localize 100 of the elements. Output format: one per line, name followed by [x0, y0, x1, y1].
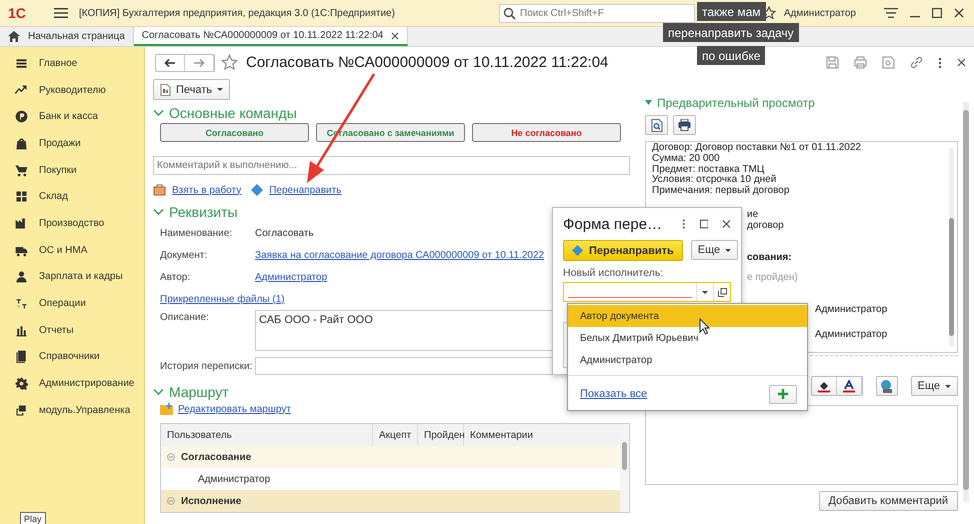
- field-label: Автор:: [160, 272, 192, 282]
- close-icon[interactable]: [722, 219, 731, 229]
- caret-icon: [725, 248, 732, 252]
- chevron-down-icon[interactable]: [153, 208, 164, 216]
- sidebar-item[interactable]: Зарплата и кадры: [0, 264, 144, 290]
- search-field[interactable]: Поиск Ctrl+Shift+F: [499, 4, 695, 22]
- comment-field[interactable]: Комментарий к выполнению...: [153, 156, 630, 175]
- chevron-down-icon[interactable]: [153, 108, 164, 116]
- sidebar-item[interactable]: Главное: [0, 50, 144, 77]
- field-value: Согласовать: [255, 228, 315, 238]
- more-icon[interactable]: [938, 56, 942, 68]
- close-icon[interactable]: [957, 58, 966, 67]
- sidebar-item[interactable]: модуль.Управленка: [0, 396, 144, 424]
- window-title: [КОПИЯ] Бухгалтерия предприятия, редакция 3.0 (1С:Предприятие): [79, 8, 396, 18]
- print-button[interactable]: Печать: [153, 79, 230, 100]
- close-icon[interactable]: [954, 8, 964, 18]
- star-icon[interactable]: [221, 54, 238, 71]
- more-button[interactable]: Еще: [690, 240, 738, 260]
- more-icon[interactable]: [682, 218, 686, 230]
- caret-icon[interactable]: [702, 290, 708, 294]
- table-row[interactable]: Администратор: [161, 468, 620, 490]
- table-row[interactable]: Исполнение: [161, 490, 620, 512]
- close-icon[interactable]: [391, 32, 400, 40]
- video-caption: перенаправить задачу: [663, 23, 799, 42]
- scrollbar[interactable]: [620, 424, 629, 512]
- preview-line: Предмет: поставка ТМЦ: [652, 164, 764, 175]
- list-icon: [15, 56, 28, 70]
- document-icon: [160, 84, 171, 96]
- action-link[interactable]: Взять в работу: [172, 184, 242, 196]
- section-title[interactable]: Маршрут: [169, 384, 229, 400]
- printer-icon[interactable]: [854, 56, 867, 69]
- sidebar-item[interactable]: Администрирование: [0, 370, 144, 397]
- section-title[interactable]: Реквизиты: [169, 204, 238, 220]
- format-buttons[interactable]: [810, 376, 863, 396]
- show-all-link[interactable]: Показать все: [580, 388, 648, 400]
- redirect-button[interactable]: Перенаправить: [563, 240, 683, 261]
- navigation-buttons[interactable]: [155, 54, 215, 72]
- section-title[interactable]: Основные команды: [169, 104, 297, 120]
- dropdown-option[interactable]: Администратор: [568, 349, 807, 371]
- executor-field[interactable]: [563, 282, 731, 302]
- menu-icon[interactable]: [54, 7, 68, 19]
- table-row[interactable]: Согласование: [161, 446, 620, 468]
- action-link[interactable]: Перенаправить: [269, 184, 342, 196]
- video-caption: также мам: [697, 2, 766, 21]
- sidebar-item[interactable]: ОС и НМА: [0, 236, 144, 264]
- sidebar-item[interactable]: Производство: [0, 210, 144, 237]
- book-icon: [15, 350, 28, 364]
- collapse-icon[interactable]: [167, 453, 175, 461]
- insert-image-button[interactable]: [876, 376, 898, 396]
- sidebar-item[interactable]: Руководителю: [0, 76, 144, 104]
- person-icon: [15, 270, 28, 284]
- open-form-icon[interactable]: [718, 288, 726, 296]
- maximize-icon[interactable]: [700, 219, 708, 229]
- table-cell: Согласование: [181, 452, 252, 462]
- preview-line: Условия: отсрочка 10 дней: [652, 175, 778, 186]
- settings-icon[interactable]: [884, 7, 898, 19]
- preview-line: Администратор: [815, 330, 888, 341]
- link-icon[interactable]: [910, 56, 923, 69]
- grid-icon: [15, 190, 28, 204]
- section-title[interactable]: Предварительный просмотр: [657, 96, 815, 110]
- sidebar-item[interactable]: Отчеты: [0, 316, 144, 344]
- chevron-down-icon[interactable]: [153, 388, 164, 396]
- command-button[interactable]: Не согласовано: [472, 123, 621, 142]
- add-button[interactable]: [769, 384, 797, 404]
- scrollbar[interactable]: [949, 148, 954, 346]
- cart-icon: [15, 164, 28, 177]
- preview-line: договор: [747, 220, 785, 232]
- add-comment-button[interactable]: Добавить комментарий: [818, 491, 958, 511]
- dialog-title: Форма пере…: [563, 216, 662, 232]
- maximize-icon[interactable]: [932, 8, 942, 18]
- sidebar-item[interactable]: Продажи: [0, 130, 144, 157]
- column-header[interactable]: Комментарии: [464, 424, 620, 446]
- tab[interactable]: Начальная страница: [0, 27, 134, 46]
- caret-icon: [217, 88, 224, 91]
- edit-route-link[interactable]: Редактировать маршрут: [178, 404, 291, 414]
- caret-icon: [945, 384, 951, 388]
- printer-icon: [678, 119, 691, 131]
- sidebar-item[interactable]: Операции: [0, 290, 144, 317]
- print-button[interactable]: [673, 115, 696, 135]
- preview-button[interactable]: [645, 115, 668, 135]
- sidebar-item[interactable]: Склад: [0, 183, 144, 210]
- magnifier-page-icon: [650, 118, 662, 132]
- sidebar-item[interactable]: Справочники: [0, 344, 144, 370]
- dropdown-option[interactable]: Автор документа: [568, 305, 807, 327]
- window-icon: [15, 404, 28, 417]
- sidebar-item[interactable]: Покупки: [0, 156, 144, 184]
- diamond-icon: [572, 245, 583, 256]
- chevron-down-icon[interactable]: [645, 100, 652, 106]
- preview-icon[interactable]: [882, 56, 895, 69]
- globe-icon: [879, 378, 894, 394]
- tab[interactable]: Согласовать №СА000000009 от 10.11.2022 11:22:04: [134, 27, 408, 46]
- preview-line: Примечания: первый договор: [652, 186, 790, 197]
- more-button[interactable]: Еще: [910, 376, 958, 396]
- coin-icon: [15, 110, 28, 124]
- sidebar-item[interactable]: Банк и касса: [0, 103, 144, 130]
- command-button[interactable]: Согласовано: [160, 123, 309, 142]
- scrollbar[interactable]: [963, 102, 969, 502]
- user-name[interactable]: Администратор: [784, 8, 856, 18]
- folder-icon: [160, 403, 174, 415]
- save-icon[interactable]: [826, 56, 839, 69]
